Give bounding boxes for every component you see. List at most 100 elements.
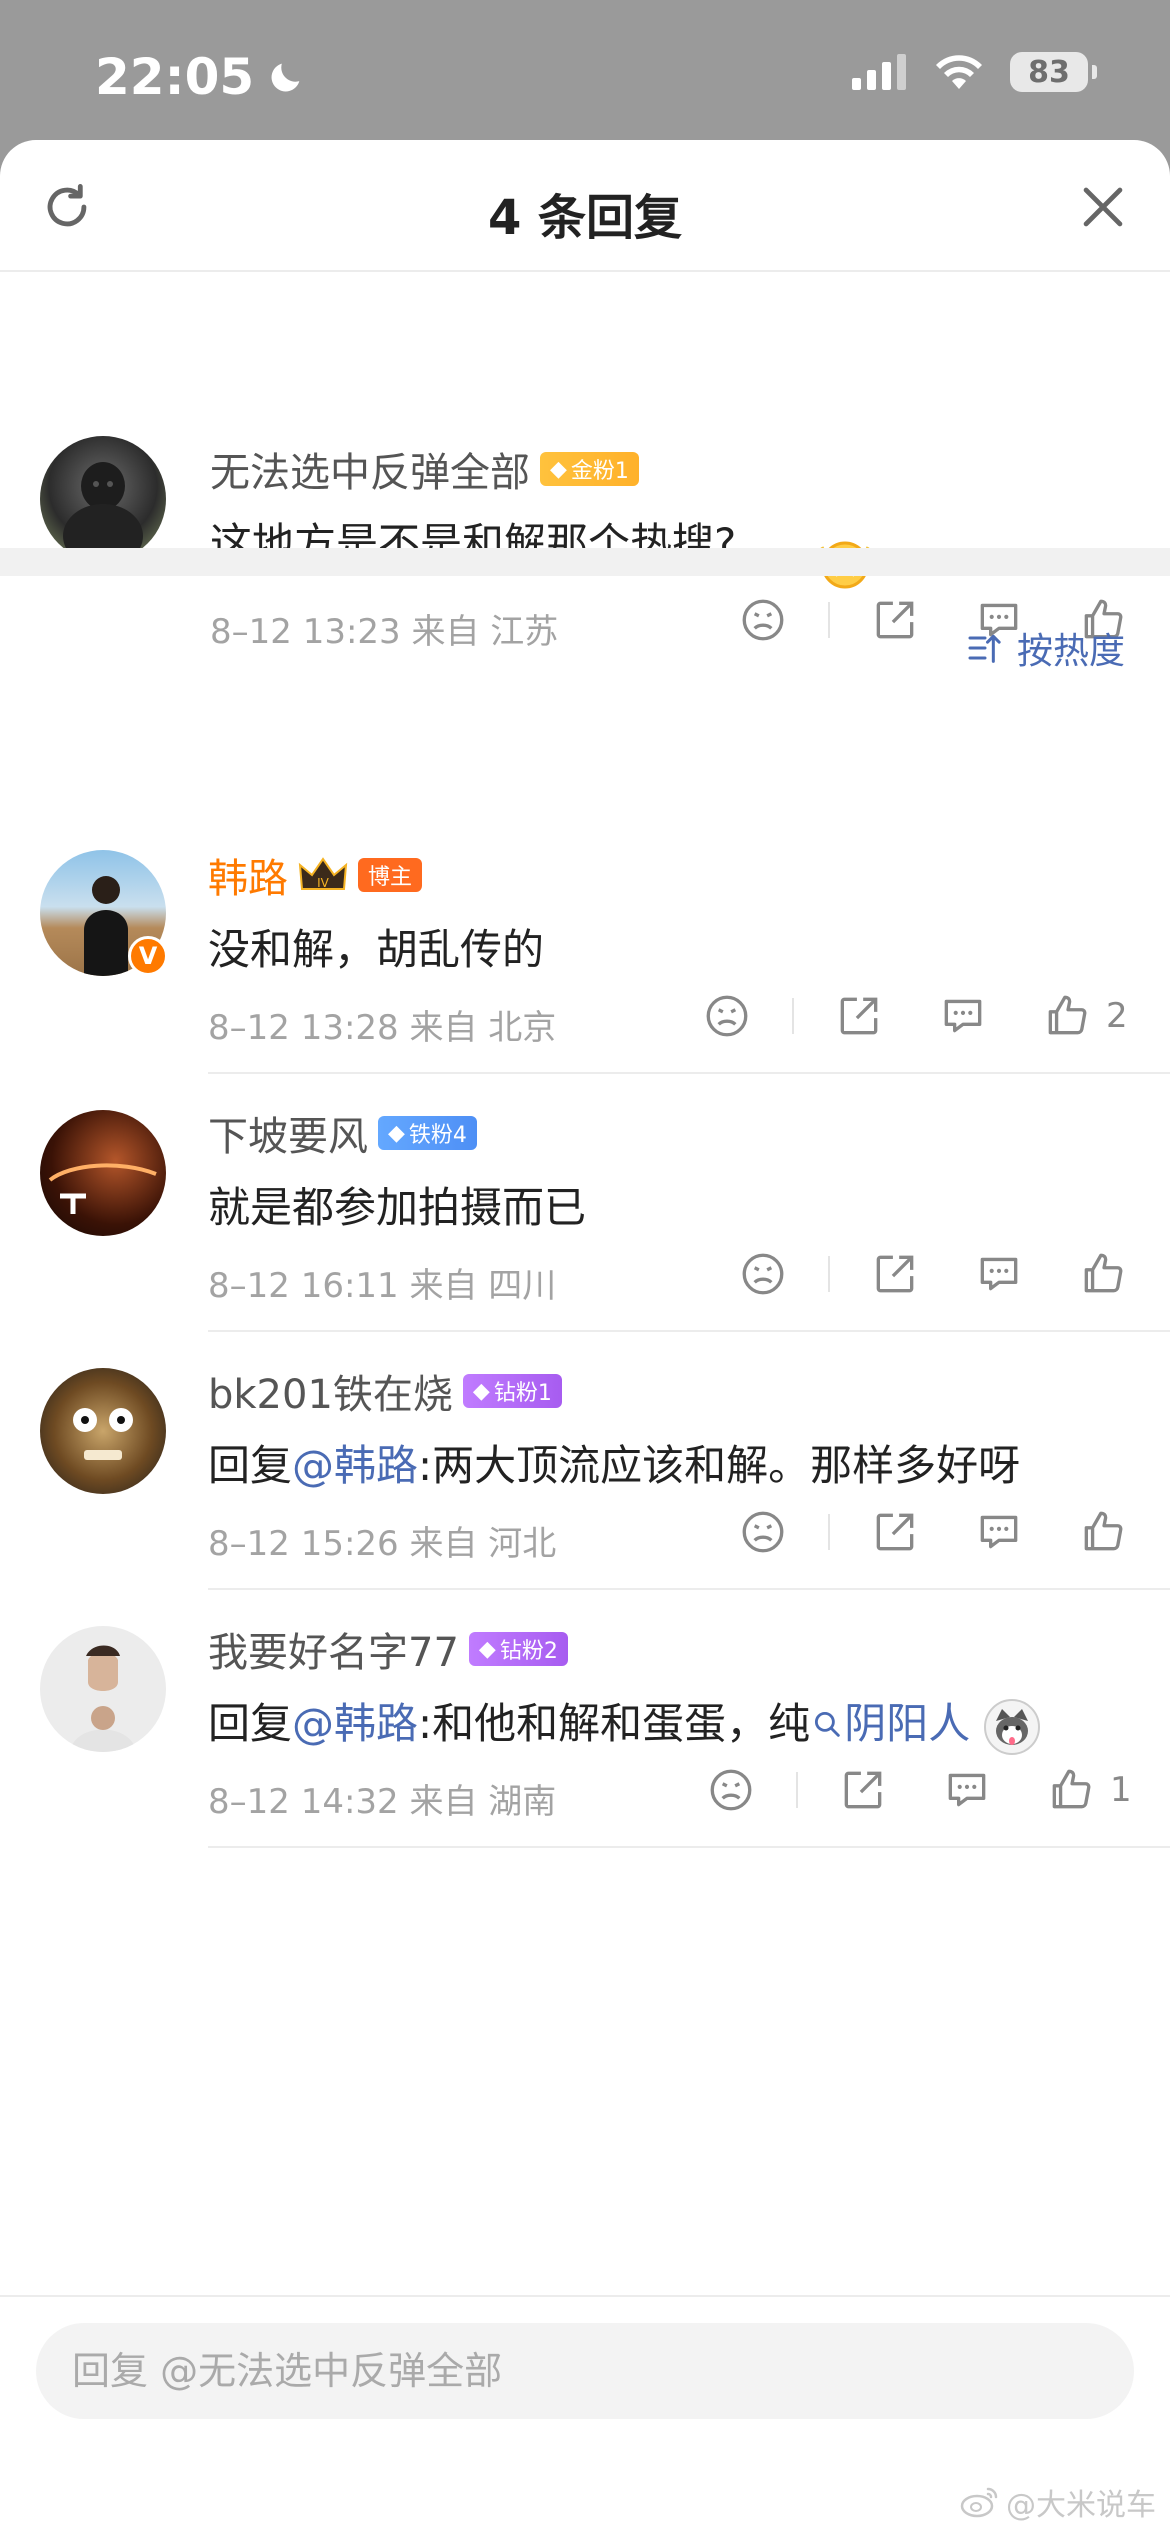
time-text: 22:05 — [95, 48, 255, 106]
badge-text: 钻粉1 — [493, 1381, 552, 1406]
badge-text: 博主 — [368, 865, 413, 890]
username[interactable]: 韩路 IV 博主 — [208, 846, 423, 904]
watermark-text: @大米说车 — [1006, 2488, 1156, 2523]
comment-actions — [738, 1244, 1128, 1304]
blogger-badge: 博主 — [358, 858, 423, 892]
avatar[interactable] — [40, 1110, 166, 1236]
like-icon[interactable] — [1046, 1765, 1096, 1815]
separator — [828, 1514, 830, 1550]
comment-meta: 8–12 14:32 来自 湖南 — [208, 1782, 557, 1822]
username[interactable]: 我要好名字77 ◆ 钻粉2 — [208, 1620, 568, 1678]
comment-icon[interactable] — [938, 991, 988, 1041]
replies-sheet: 4 条回复 无法选中反弹全部 ◆ 金粉1 这地方是不是和解那个热搜? 8–12 1… — [0, 140, 1170, 2532]
sheet-header: 4 条回复 — [0, 140, 1170, 272]
sheet-title: 4 条回复 — [487, 190, 683, 246]
dislike-icon[interactable] — [706, 1765, 756, 1815]
separator — [828, 602, 830, 638]
weibo-icon — [960, 2487, 998, 2518]
share-icon[interactable] — [870, 1507, 920, 1557]
cartoon-face-avatar-icon — [73, 1408, 133, 1460]
username-text: bk201铁在烧 — [208, 1372, 453, 1418]
reply-body: :两大顶流应该和解。那样多好呀 — [418, 1441, 1021, 1490]
username[interactable]: bk201铁在烧 ◆ 钻粉1 — [208, 1362, 562, 1420]
separator — [796, 1772, 798, 1808]
comment-icon[interactable] — [942, 1765, 992, 1815]
comment-text: 就是都参加拍摄而已 — [208, 1183, 587, 1232]
crown-icon: IV — [298, 857, 348, 890]
comment-text: 没和解，胡乱传的 — [208, 925, 545, 974]
status-bar: 22:05 83 — [0, 0, 1170, 150]
row-divider — [208, 1588, 1170, 1590]
like-icon[interactable] — [1042, 991, 1092, 1041]
avatar[interactable] — [40, 436, 166, 562]
share-icon[interactable] — [838, 1765, 888, 1815]
close-icon[interactable] — [1074, 178, 1132, 236]
comment-meta: 8–12 16:11 来自 四川 — [208, 1266, 557, 1306]
avatar[interactable] — [40, 1626, 166, 1752]
share-icon[interactable] — [870, 595, 920, 645]
fan-badge[interactable]: ◆ 钻粉1 — [462, 1374, 562, 1408]
username[interactable]: 无法选中反弹全部 ◆ 金粉1 — [210, 440, 639, 498]
mention-link[interactable]: @韩路 — [292, 1699, 418, 1748]
like-count: 1 — [1110, 1770, 1132, 1810]
comment-text: 回复@韩路:两大顶流应该和解。那样多好呀 — [208, 1432, 1020, 1493]
share-icon[interactable] — [870, 1249, 920, 1299]
svg-text:IV: IV — [317, 876, 330, 890]
username-text: 韩路 — [208, 856, 288, 902]
gem-icon: ◆ — [550, 456, 567, 482]
battery-level: 83 — [1028, 54, 1070, 90]
comment-actions — [738, 1502, 1128, 1562]
comment-icon[interactable] — [974, 1507, 1024, 1557]
reply-input[interactable] — [36, 2323, 1134, 2419]
dislike-icon[interactable] — [702, 991, 752, 1041]
dislike-icon[interactable] — [738, 1249, 788, 1299]
like-icon[interactable] — [1078, 1249, 1128, 1299]
topic-link[interactable]: 阴阳人 — [810, 1699, 970, 1748]
husky-emoji-icon — [983, 1698, 1040, 1755]
topic-text: 阴阳人 — [844, 1699, 971, 1748]
verified-icon: V — [128, 936, 168, 976]
comment-meta: 8–12 13:23 来自 江苏 — [210, 612, 559, 652]
badge-text: 金粉1 — [570, 459, 629, 484]
fan-badge[interactable]: ◆ 铁粉4 — [378, 1116, 477, 1150]
search-icon — [815, 1711, 840, 1737]
badge-text: 钻粉2 — [499, 1639, 558, 1664]
comment-actions: 1 — [706, 1760, 1132, 1820]
sort-icon — [968, 634, 1001, 663]
dislike-icon[interactable] — [738, 1507, 788, 1557]
gorilla-avatar-icon — [63, 462, 143, 562]
fan-badge[interactable]: ◆ 钻粉2 — [468, 1632, 568, 1666]
sort-by-hot-button[interactable]: 按热度 — [965, 622, 1125, 674]
badge-text: 铁粉4 — [408, 1123, 467, 1148]
reply-prefix: 回复 — [208, 1441, 293, 1490]
moon-icon — [271, 63, 300, 92]
row-divider — [208, 1846, 1170, 1848]
like-icon[interactable] — [1078, 1507, 1128, 1557]
person-avatar-icon — [70, 1645, 136, 1752]
signal-icon — [852, 54, 906, 90]
username-text: 无法选中反弹全部 — [210, 450, 530, 496]
status-time: 22:05 — [95, 48, 306, 106]
avatar[interactable] — [40, 1368, 166, 1494]
status-icons: 83 — [852, 52, 1097, 92]
reply-prefix: 回复 — [208, 1699, 293, 1748]
sort-label: 按热度 — [1016, 631, 1125, 672]
wifi-icon — [936, 55, 982, 89]
comment-text: 回复@韩路:和他和解和蛋蛋，纯 阴阳人 — [208, 1690, 1040, 1755]
reply-body: :和他和解和蛋蛋，纯 — [418, 1699, 811, 1748]
comment-actions: 2 — [702, 986, 1128, 1046]
comment-meta: 8–12 13:28 来自 北京 — [208, 1008, 557, 1048]
dislike-icon[interactable] — [738, 595, 788, 645]
username-text: 我要好名字77 — [208, 1630, 459, 1676]
separator — [828, 1256, 830, 1292]
comment-meta: 8–12 15:26 来自 河北 — [208, 1524, 557, 1564]
like-count: 2 — [1106, 996, 1128, 1036]
share-icon[interactable] — [834, 991, 884, 1041]
battery-indicator: 83 — [1010, 52, 1097, 92]
mention-link[interactable]: @韩路 — [292, 1441, 418, 1490]
car-avatar-icon — [48, 1163, 157, 1214]
gem-icon: ◆ — [478, 1636, 496, 1662]
comment-icon[interactable] — [974, 1249, 1024, 1299]
fan-badge[interactable]: ◆ 金粉1 — [540, 452, 639, 486]
username[interactable]: 下坡要风 ◆ 铁粉4 — [208, 1104, 477, 1162]
